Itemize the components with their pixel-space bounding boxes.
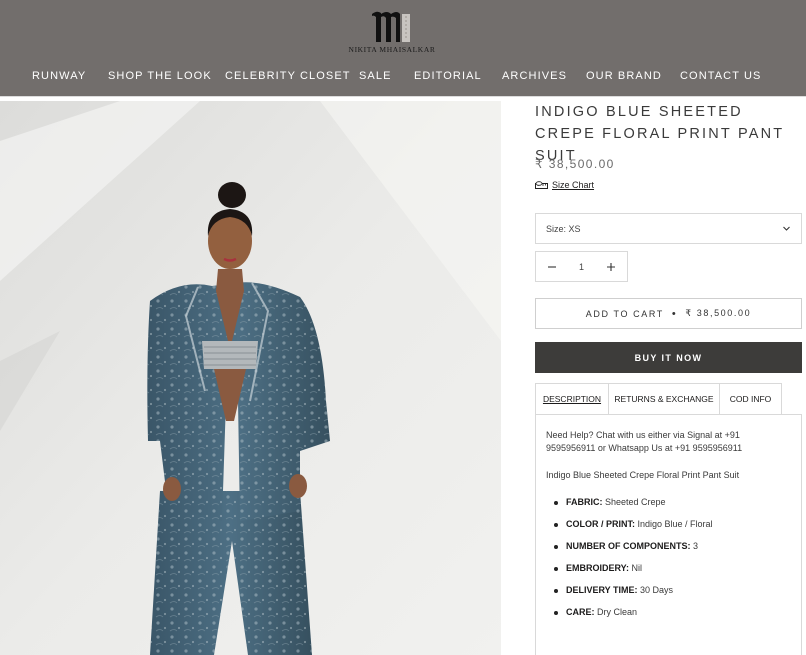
nav-contact-us[interactable]: CONTACT US bbox=[680, 70, 762, 82]
size-chart-link[interactable]: Size Chart bbox=[535, 180, 594, 190]
buy-it-now-button[interactable]: BUY IT NOW bbox=[535, 342, 802, 373]
tab-returns-exchange[interactable]: RETURNS & EXCHANGE bbox=[608, 383, 720, 415]
attribute-value: Indigo Blue / Floral bbox=[637, 519, 713, 529]
size-select-value: Size: XS bbox=[546, 223, 581, 234]
brand-name: NIKITA MHAISALKAR bbox=[348, 45, 436, 54]
attribute-key: NUMBER OF COMPONENTS: bbox=[566, 541, 691, 551]
ruler-icon bbox=[535, 180, 548, 189]
size-select[interactable]: Size: XS bbox=[535, 213, 802, 244]
add-to-cart-label: ADD TO CART bbox=[585, 308, 664, 319]
plus-icon[interactable] bbox=[605, 261, 617, 273]
attribute-value: 3 bbox=[693, 541, 699, 551]
list-item: FABRIC: Sheeted Crepe bbox=[554, 496, 791, 509]
attribute-list: FABRIC: Sheeted Crepe COLOR / PRINT: Ind… bbox=[546, 496, 791, 619]
attribute-value: Sheeted Crepe bbox=[605, 497, 666, 507]
list-item: EMBROIDERY: Nil bbox=[554, 562, 791, 575]
tab-description[interactable]: DESCRIPTION bbox=[535, 383, 609, 415]
add-to-cart-price: ₹ 38,500.00 bbox=[685, 308, 752, 318]
list-item: COLOR / PRINT: Indigo Blue / Floral bbox=[554, 518, 791, 531]
nav-editorial[interactable]: EDITORIAL bbox=[414, 70, 482, 82]
nav-shop-the-look[interactable]: SHOP THE LOOK bbox=[108, 70, 212, 82]
separator-dot: • bbox=[671, 307, 678, 320]
nav-our-brand[interactable]: OUR BRAND bbox=[586, 70, 662, 82]
product-tabs: DESCRIPTION RETURNS & EXCHANGE COD INFO bbox=[535, 383, 782, 415]
attribute-key: COLOR / PRINT: bbox=[566, 519, 635, 529]
minus-icon[interactable] bbox=[546, 261, 558, 273]
attribute-value: Dry Clean bbox=[597, 607, 638, 617]
attribute-key: DELIVERY TIME: bbox=[566, 585, 638, 595]
help-text: Need Help? Chat with us either via Signa… bbox=[546, 430, 743, 453]
nm-monogram-icon bbox=[372, 11, 410, 42]
tab-returns-exchange-label: RETURNS & EXCHANGE bbox=[614, 394, 714, 404]
attribute-key: CARE: bbox=[566, 607, 595, 617]
chevron-down-icon bbox=[783, 226, 790, 231]
product-summary: Indigo Blue Sheeted Crepe Floral Print P… bbox=[546, 470, 740, 480]
tab-cod-info[interactable]: COD INFO bbox=[719, 383, 782, 415]
nav-archives[interactable]: ARCHIVES bbox=[502, 70, 567, 82]
list-item: NUMBER OF COMPONENTS: 3 bbox=[554, 540, 791, 553]
nav-runway[interactable]: RUNWAY bbox=[32, 70, 86, 82]
attribute-key: FABRIC: bbox=[566, 497, 603, 507]
size-chart-label: Size Chart bbox=[552, 180, 595, 190]
quantity-stepper: 1 bbox=[535, 251, 628, 282]
list-item: DELIVERY TIME: 30 Days bbox=[554, 584, 791, 597]
attribute-value: 30 Days bbox=[640, 585, 674, 595]
nav-celebrity-closet[interactable]: CELEBRITY CLOSET bbox=[225, 70, 351, 82]
main-nav: RUNWAY SHOP THE LOOK CELEBRITY CLOSET SA… bbox=[0, 70, 806, 88]
nav-sale[interactable]: SALE bbox=[359, 70, 392, 82]
brand-logo[interactable]: NIKITA MHAISALKAR bbox=[340, 8, 444, 58]
tab-cod-info-label: COD INFO bbox=[729, 394, 772, 404]
attribute-value: Nil bbox=[631, 563, 643, 573]
quantity-value[interactable]: 1 bbox=[579, 262, 584, 272]
tab-description-label: DESCRIPTION bbox=[542, 394, 602, 404]
list-item: CARE: Dry Clean bbox=[554, 606, 791, 619]
product-price: ₹ 38,500.00 bbox=[535, 157, 615, 171]
description-panel: Need Help? Chat with us either via Signa… bbox=[535, 414, 802, 655]
attribute-key: EMBROIDERY: bbox=[566, 563, 629, 573]
add-to-cart-button[interactable]: ADD TO CART • ₹ 38,500.00 bbox=[535, 298, 802, 329]
site-header: NIKITA MHAISALKAR RUNWAY SHOP THE LOOK C… bbox=[0, 0, 806, 97]
header-divider bbox=[0, 96, 806, 97]
product-image[interactable] bbox=[0, 101, 501, 655]
